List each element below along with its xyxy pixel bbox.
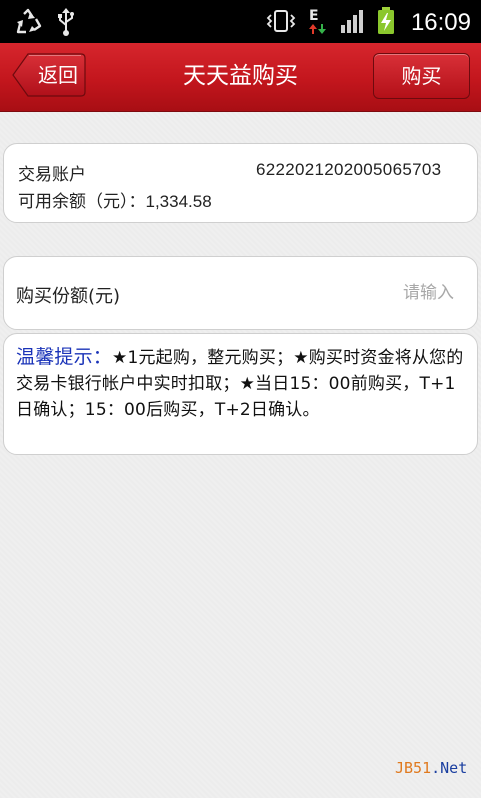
tip-card: 温馨提示：★1元起购，整元购买；★购买时资金将从您的交易卡银行帐户中实时扣取；★…	[3, 333, 478, 455]
back-button-label: 返回	[38, 63, 78, 87]
buy-button[interactable]: 购买	[373, 53, 470, 99]
vibrate-icon	[265, 6, 297, 40]
recycle-icon	[14, 8, 42, 40]
network-edge-icon: E	[307, 6, 329, 40]
balance-label: 可用余额（元）：	[18, 192, 146, 212]
balance-row: 可用余额（元）：1,334.58	[18, 187, 212, 212]
watermark-part2: .Net	[431, 759, 468, 777]
purchase-amount-card: 购买份额(元)	[3, 256, 478, 330]
account-card: 交易账户 6222021202005065703 可用余额（元）：1,334.5…	[3, 143, 478, 223]
signal-icon	[339, 7, 367, 39]
tip-label: 温馨提示：	[16, 346, 113, 368]
purchase-amount-input[interactable]	[304, 277, 454, 309]
status-bar: E 16:09	[0, 0, 481, 43]
watermark: JB51.Net	[395, 759, 467, 777]
tip-content: 温馨提示：★1元起购，整元购买；★购买时资金将从您的交易卡银行帐户中实时扣取；★…	[16, 344, 468, 423]
usb-icon	[56, 7, 76, 41]
account-number: 6222021202005065703	[256, 160, 442, 179]
back-button[interactable]: 返回	[12, 53, 86, 97]
purchase-amount-label: 购买份额(元)	[16, 286, 121, 307]
status-clock: 16:09	[410, 9, 471, 36]
status-left-icons	[14, 7, 76, 41]
title-bar: 天天益购买 返回 购买	[0, 43, 481, 112]
battery-charging-icon	[377, 6, 395, 40]
svg-text:E: E	[309, 8, 319, 24]
watermark-part1: JB51	[395, 759, 432, 777]
status-right-icons: E 16:09	[265, 6, 471, 40]
account-label: 交易账户	[18, 165, 86, 185]
balance-value: 1,334.58	[145, 192, 212, 211]
